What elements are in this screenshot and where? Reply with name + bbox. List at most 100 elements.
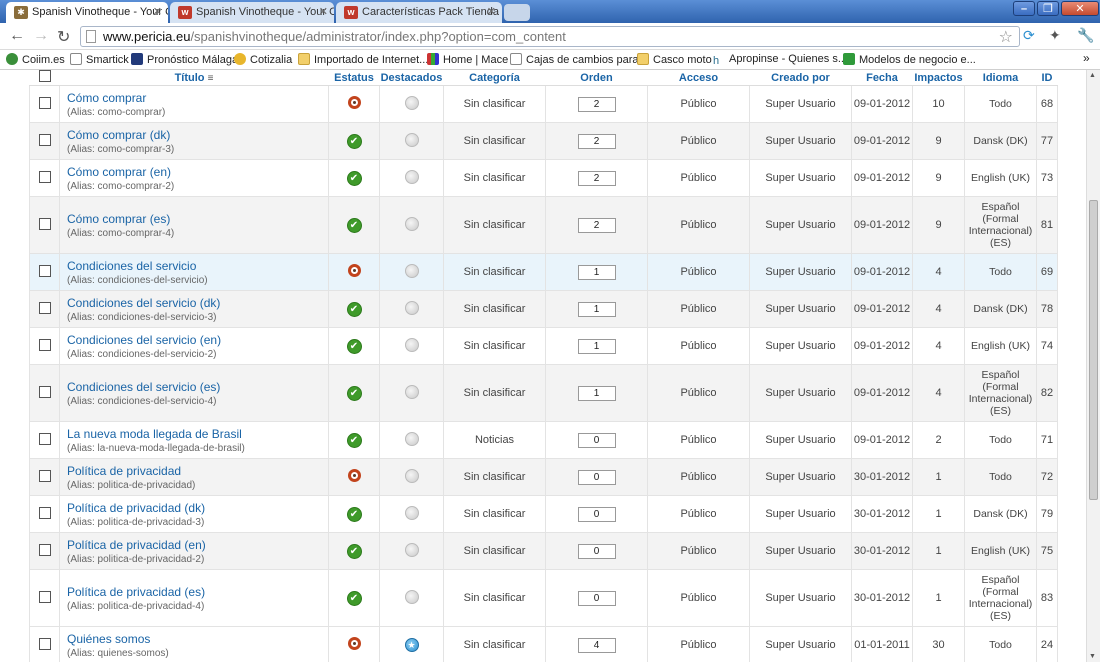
published-check-icon[interactable]: ✔ <box>346 217 362 233</box>
bookmark-item[interactable]: Pronóstico Málaga <box>131 53 238 66</box>
order-input[interactable]: 2 <box>577 96 616 112</box>
close-tab-icon[interactable]: ✕ <box>319 5 328 18</box>
bookmark-item[interactable]: Coiim.es <box>6 53 65 66</box>
not-featured-icon[interactable] <box>404 95 419 110</box>
date-header[interactable]: Fecha <box>851 70 913 86</box>
bookmark-item[interactable]: Modelos de negocio e... <box>843 53 976 66</box>
browser-tab-3[interactable]: w Características Pack Tienda - ✕ <box>336 2 502 23</box>
status-header[interactable]: Estatus <box>328 70 380 86</box>
article-title-link[interactable]: Cómo comprar (dk) <box>67 128 328 142</box>
not-featured-icon[interactable] <box>404 542 419 557</box>
row-checkbox[interactable] <box>38 133 51 146</box>
browser-tab-1[interactable]: ✱ Spanish Vinotheque - Your Or ✕ <box>6 2 168 23</box>
order-input[interactable]: 1 <box>577 264 616 280</box>
row-checkbox[interactable] <box>38 385 51 398</box>
article-title-link[interactable]: Cómo comprar <box>67 91 328 105</box>
row-checkbox[interactable] <box>38 338 51 351</box>
bookmark-item[interactable]: Home | Mace <box>427 53 508 66</box>
order-input[interactable]: 1 <box>577 385 616 401</box>
wrench-icon[interactable]: 🔧 <box>1077 27 1094 44</box>
not-featured-icon[interactable] <box>404 384 419 399</box>
row-checkbox[interactable] <box>38 590 51 603</box>
article-title-link[interactable]: Condiciones del servicio (en) <box>67 333 328 347</box>
language-header[interactable]: Idioma <box>964 70 1037 86</box>
extension-2-icon[interactable]: ✦ <box>1049 27 1061 44</box>
featured-header[interactable]: Destacados <box>379 70 444 86</box>
close-tab-icon[interactable]: ✕ <box>153 5 162 18</box>
published-check-icon[interactable]: ✔ <box>346 506 362 522</box>
article-title-link[interactable]: Condiciones del servicio (es) <box>67 380 328 394</box>
order-input[interactable]: 2 <box>577 170 616 186</box>
order-input[interactable]: 2 <box>577 217 616 233</box>
scroll-up-icon[interactable]: ▲ <box>1089 72 1096 79</box>
article-title-link[interactable]: Condiciones del servicio <box>67 259 328 273</box>
order-input[interactable]: 0 <box>577 432 616 448</box>
article-title-link[interactable]: Cómo comprar (es) <box>67 212 328 226</box>
unpublished-icon[interactable] <box>347 469 361 482</box>
id-header[interactable]: ID <box>1036 70 1058 86</box>
maximize-button[interactable]: ❐ <box>1037 1 1059 16</box>
order-header[interactable]: Orden <box>545 70 648 86</box>
not-featured-icon[interactable] <box>404 337 419 352</box>
row-checkbox[interactable] <box>38 217 51 230</box>
not-featured-icon[interactable] <box>404 300 419 315</box>
not-featured-icon[interactable] <box>404 132 419 147</box>
not-featured-icon[interactable] <box>404 468 419 483</box>
vertical-scrollbar[interactable]: ▲ ▼ <box>1086 70 1100 662</box>
published-check-icon[interactable]: ✔ <box>346 170 362 186</box>
order-input[interactable]: 0 <box>577 469 616 485</box>
published-check-icon[interactable]: ✔ <box>346 590 362 606</box>
unpublished-icon[interactable] <box>347 637 361 650</box>
featured-star-icon[interactable]: ★ <box>404 638 419 652</box>
extension-icon[interactable]: ⟳ <box>1023 27 1035 44</box>
row-checkbox[interactable] <box>38 432 51 445</box>
article-title-link[interactable]: Política de privacidad (es) <box>67 585 328 599</box>
title-header[interactable]: Título ≡ <box>59 70 329 86</box>
bookmark-folder[interactable]: Casco moto <box>637 53 712 66</box>
bookmark-star-icon[interactable]: ☆ <box>999 27 1013 47</box>
published-check-icon[interactable]: ✔ <box>346 301 362 317</box>
back-arrow-icon[interactable]: ← <box>9 27 25 45</box>
unpublished-icon[interactable] <box>347 264 361 277</box>
article-title-link[interactable]: Cómo comprar (en) <box>67 165 328 179</box>
category-header[interactable]: Categoría <box>443 70 546 86</box>
bookmark-item[interactable]: Cajas de cambios para... <box>510 53 648 66</box>
article-title-link[interactable]: Política de privacidad (dk) <box>67 501 328 515</box>
unpublished-icon[interactable] <box>347 96 361 109</box>
row-checkbox[interactable] <box>38 96 51 109</box>
not-featured-icon[interactable] <box>404 505 419 520</box>
bookmark-folder[interactable]: Importado de Internet... <box>298 53 428 66</box>
created-by-header[interactable]: Creado por <box>749 70 852 86</box>
hits-header[interactable]: Impactos <box>912 70 965 86</box>
published-check-icon[interactable]: ✔ <box>346 543 362 559</box>
minimize-button[interactable]: – <box>1013 1 1035 16</box>
order-input[interactable]: 0 <box>577 590 616 606</box>
forward-arrow-icon[interactable]: → <box>33 27 49 45</box>
row-checkbox[interactable] <box>38 170 51 183</box>
bookmark-item[interactable]: Smartick <box>70 53 129 66</box>
article-title-link[interactable]: La nueva moda llegada de Brasil <box>67 427 328 441</box>
bookmarks-overflow-icon[interactable]: » <box>1083 51 1090 65</box>
not-featured-icon[interactable] <box>404 431 419 446</box>
scrollbar-thumb[interactable] <box>1089 200 1098 500</box>
order-input[interactable]: 0 <box>577 543 616 559</box>
published-check-icon[interactable]: ✔ <box>346 133 362 149</box>
browser-tab-2[interactable]: w Spanish Vinotheque - Your Or ✕ <box>170 2 334 23</box>
row-checkbox[interactable] <box>38 506 51 519</box>
not-featured-icon[interactable] <box>404 589 419 604</box>
published-check-icon[interactable]: ✔ <box>346 338 362 354</box>
close-tab-icon[interactable]: ✕ <box>487 5 496 18</box>
row-checkbox[interactable] <box>38 264 51 277</box>
article-title-link[interactable]: Quiénes somos <box>67 632 328 646</box>
published-check-icon[interactable]: ✔ <box>346 432 362 448</box>
order-input[interactable]: 4 <box>577 637 616 653</box>
row-checkbox[interactable] <box>38 469 51 482</box>
article-title-link[interactable]: Condiciones del servicio (dk) <box>67 296 328 310</box>
scroll-down-icon[interactable]: ▼ <box>1089 653 1096 660</box>
article-title-link[interactable]: Política de privacidad (en) <box>67 538 328 552</box>
bookmark-item[interactable]: h Apropinse - Quienes s... <box>713 53 847 67</box>
row-checkbox[interactable] <box>38 301 51 314</box>
close-window-button[interactable]: ✕ <box>1061 1 1099 16</box>
published-check-icon[interactable]: ✔ <box>346 385 362 401</box>
order-input[interactable]: 1 <box>577 338 616 354</box>
